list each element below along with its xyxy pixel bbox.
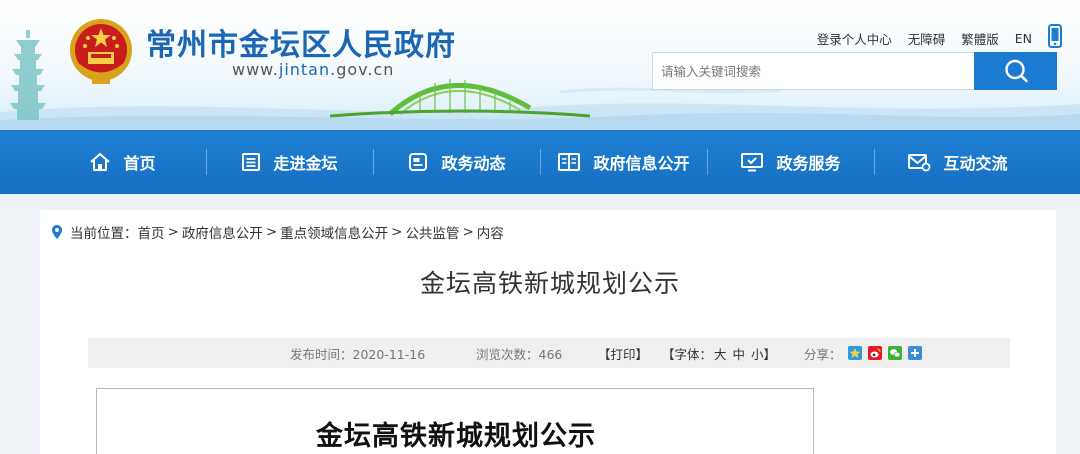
news-icon [409,153,428,171]
share-label: 分享： [804,346,842,362]
nav-label: 政务服务 [776,154,841,173]
share-bar: 分享： [804,344,922,363]
document-preview: 金坛高铁新城规划公示 [96,388,814,454]
nav-item-about[interactable]: 走进金坛 [207,130,373,194]
national-emblem-logo [70,19,132,84]
breadcrumb-separator: > [462,224,474,240]
login-link[interactable]: 登录个人中心 [817,29,892,48]
site-url-domain: jintan [278,60,331,79]
font-small-button[interactable]: 小 [751,347,764,362]
english-link[interactable]: EN [1015,31,1032,46]
mobile-phone-icon[interactable] [1048,24,1062,52]
nav-item-home[interactable]: 首页 [40,130,206,194]
bridge-arch-illustration [330,79,590,118]
site-url-prefix: www. [232,60,279,79]
font-size-control: 【字体：大 中 小】 [662,344,776,363]
breadcrumb-home[interactable]: 首页 [138,222,165,242]
breadcrumb-separator: > [265,224,278,240]
more-share-icon[interactable] [907,346,922,360]
breadcrumb: 当前位置： 首页 > 政府信息公开 > 重点领域信息公开 > 公共监管 > 内容 [52,222,504,242]
nav-label: 互动交流 [943,154,1008,173]
breadcrumb-separator: > [391,224,403,240]
breadcrumb-public-supervision[interactable]: 公共监管 [405,222,459,242]
qzone-share-icon[interactable] [847,346,862,360]
breadcrumb-prefix: 当前位置： [70,226,138,242]
breadcrumb-info-disclosure[interactable]: 政府信息公开 [182,222,263,242]
pagoda-tower-illustration [10,30,46,120]
location-pin-icon [52,225,62,239]
nav-label: 政务动态 [441,154,506,173]
accessible-link[interactable]: 无障碍 [908,29,946,48]
search-input[interactable] [652,52,974,90]
main-nav: 首页 走进金坛 政务动态 政府信息公开 政务服务 互动交流 [0,130,1080,194]
mail-icon [908,154,931,172]
book-icon [242,153,261,171]
site-header: 常州市金坛区人民政府 www.jintan.gov.cn 登录个人中心 无障碍 … [0,0,1080,130]
nav-label: 走进金坛 [273,154,338,173]
traditional-chinese-link[interactable]: 繁體版 [961,29,999,48]
site-title[interactable]: 常州市金坛区人民政府 [146,20,456,64]
monitor-icon [741,153,764,172]
breadcrumb-key-areas[interactable]: 重点领域信息公开 [280,222,388,242]
search-icon [1004,59,1028,83]
nav-item-services[interactable]: 政务服务 [708,130,874,194]
nav-item-interaction[interactable]: 互动交流 [875,130,1041,194]
publish-date: 发布时间：2020-11-16 [290,346,426,362]
wechat-share-icon[interactable] [887,346,902,360]
home-icon [90,152,111,171]
search-button[interactable] [974,52,1057,90]
article-meta-bar: 发布时间：2020-11-16 浏览次数：466 【打印】 【字体：大 中 小】… [88,338,1010,368]
view-count: 浏览次数：466 [476,346,563,362]
open-book-icon [558,153,581,171]
weibo-share-icon[interactable] [867,346,882,360]
article-title: 金坛高铁新城规划公示 [419,269,680,298]
breadcrumb-current: 内容 [476,226,504,242]
font-size-label-suffix: 】 [763,346,777,362]
search-bar [652,52,1057,90]
font-large-button[interactable]: 大 [714,347,727,362]
font-size-label-prefix: 【字体： [662,346,713,362]
nav-item-news[interactable]: 政务动态 [374,130,540,194]
nav-label: 首页 [123,154,156,173]
nav-label: 政府信息公开 [593,154,690,173]
font-medium-button[interactable]: 中 [733,347,746,362]
top-links: 登录个人中心 无障碍 繁體版 EN [801,24,1062,52]
nav-item-info-disclosure[interactable]: 政府信息公开 [541,130,707,194]
print-button[interactable]: 【打印】 [598,344,648,363]
document-title: 金坛高铁新城规划公示 [316,421,596,452]
breadcrumb-separator: > [167,224,179,240]
